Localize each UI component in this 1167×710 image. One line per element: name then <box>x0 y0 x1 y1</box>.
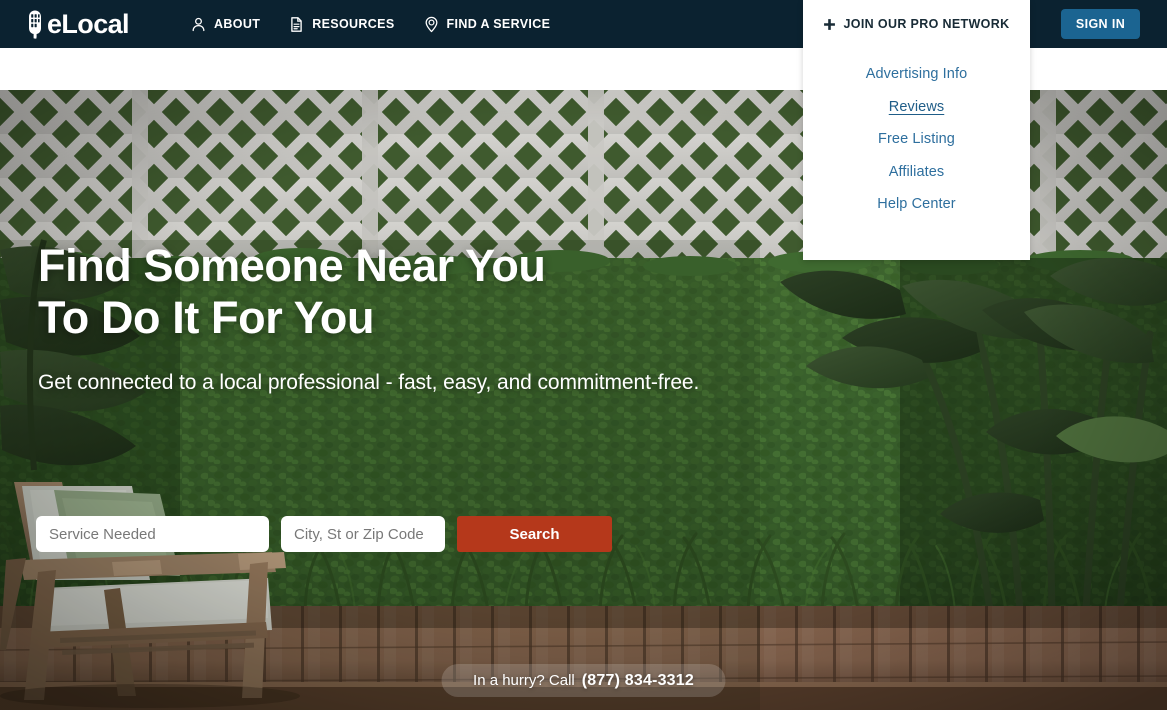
sign-in-button[interactable]: SIGN IN <box>1061 9 1140 39</box>
call-banner[interactable]: In a hurry? Call (877) 834-3312 <box>441 664 726 697</box>
person-icon <box>192 17 205 31</box>
search-button[interactable]: Search <box>457 516 612 552</box>
join-our-pro-network-label: JOIN OUR PRO NETWORK <box>843 17 1010 31</box>
plus-icon <box>824 18 836 30</box>
nav-item-about[interactable]: ABOUT <box>190 16 260 33</box>
nav-label-find-a-service: FIND A SERVICE <box>446 17 551 31</box>
dropdown-item-advertising-info[interactable]: Advertising Info <box>862 58 972 91</box>
hero-search-form: Search <box>36 516 612 552</box>
elocal-logo-icon <box>29 10 41 39</box>
dropdown-item-affiliates[interactable]: Affiliates <box>885 156 949 189</box>
primary-nav: ABOUT RESOURCES FIND A SERVICE <box>190 0 550 48</box>
location-input[interactable] <box>281 516 445 552</box>
document-icon <box>291 16 302 32</box>
dropdown-item-free-listing[interactable]: Free Listing <box>874 123 959 156</box>
hero-content: Find Someone Near You To Do It For You G… <box>38 240 699 396</box>
dropdown-item-reviews[interactable]: Reviews <box>885 91 949 124</box>
site-logo[interactable]: eLocal <box>24 5 130 43</box>
join-our-pro-network-trigger[interactable]: JOIN OUR PRO NETWORK <box>803 0 1030 48</box>
nav-item-resources[interactable]: RESOURCES <box>288 16 394 33</box>
nav-label-resources: RESOURCES <box>312 17 395 31</box>
map-pin-icon <box>425 16 437 32</box>
dropdown-item-help-center[interactable]: Help Center <box>873 188 959 221</box>
call-banner-label: In a hurry? Call <box>473 672 575 689</box>
page-root: Find Someone Near You To Do It For You G… <box>0 0 1167 710</box>
logo-text: eLocal <box>47 8 130 39</box>
call-banner-phone-number[interactable]: (877) 834-3312 <box>582 672 694 690</box>
hero-title: Find Someone Near You To Do It For You <box>38 240 546 343</box>
nav-item-find-a-service[interactable]: FIND A SERVICE <box>423 16 551 33</box>
pro-network-dropdown-list: Advertising Info Reviews Free Listing Af… <box>803 48 1030 221</box>
service-needed-input[interactable] <box>36 516 269 552</box>
pro-network-dropdown: JOIN OUR PRO NETWORK Advertising Info Re… <box>803 0 1030 260</box>
hero-subtitle: Get connected to a local professional - … <box>38 371 700 394</box>
nav-label-about: ABOUT <box>214 17 261 31</box>
